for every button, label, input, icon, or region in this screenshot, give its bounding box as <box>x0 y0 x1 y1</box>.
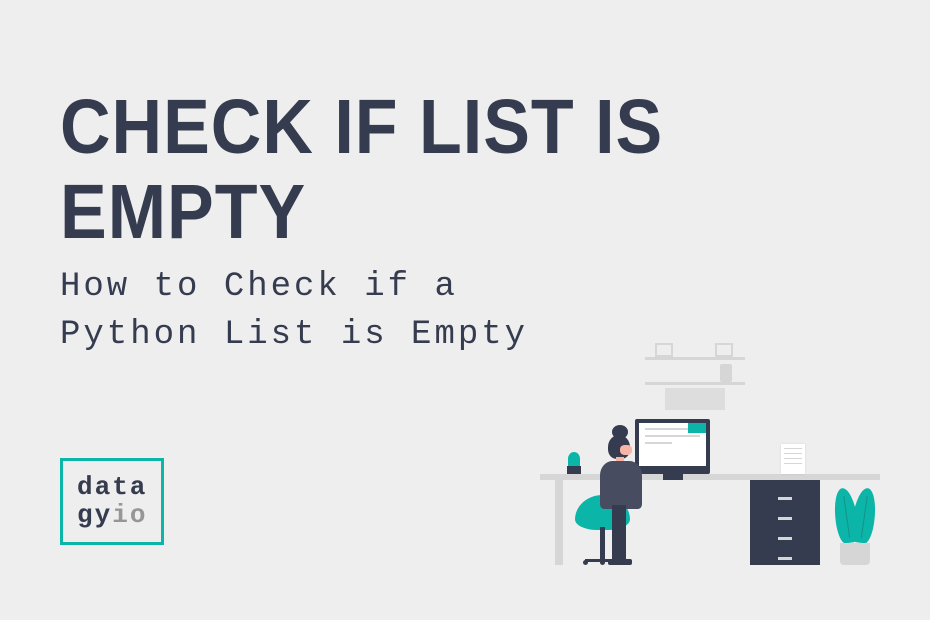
shelf-icon <box>645 357 745 360</box>
main-title: Check if List is Empty <box>60 85 870 254</box>
books-icon <box>665 388 725 410</box>
person-icon <box>590 425 650 565</box>
logo-io: io <box>112 501 147 530</box>
frame-icon <box>715 343 733 357</box>
datagy-logo: data gyio <box>60 458 164 545</box>
frame-icon <box>655 343 673 357</box>
small-plant-icon <box>565 454 583 474</box>
drawers-icon <box>750 480 820 565</box>
workspace-illustration <box>540 325 880 575</box>
subtitle-line-1: How to Check if a <box>60 264 870 312</box>
document-icon <box>781 444 805 474</box>
jar-icon <box>720 364 732 382</box>
logo-line-2: gyio <box>77 501 147 530</box>
desk-leg-icon <box>555 480 563 565</box>
shelf-icon <box>645 382 745 385</box>
logo-gy: gy <box>77 501 112 530</box>
plant-icon <box>830 455 880 565</box>
logo-line-1: data <box>77 473 147 502</box>
